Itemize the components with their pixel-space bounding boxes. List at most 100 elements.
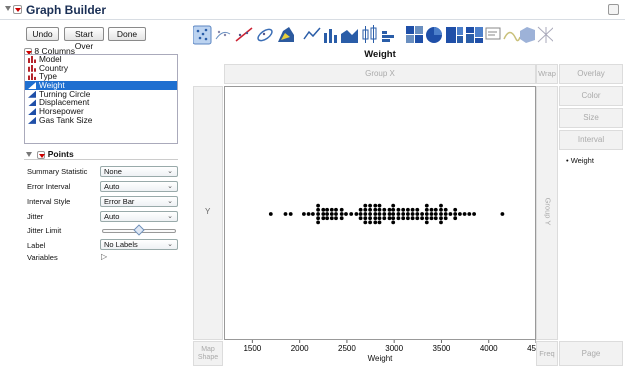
- data-point[interactable]: [387, 216, 392, 221]
- data-point[interactable]: [358, 212, 363, 216]
- data-point[interactable]: [500, 212, 505, 216]
- data-point[interactable]: [458, 212, 462, 216]
- data-point[interactable]: [401, 212, 406, 216]
- data-point[interactable]: [406, 207, 410, 212]
- group-y-zone[interactable]: Group Y: [536, 86, 558, 340]
- points-element-icon[interactable]: [193, 25, 212, 45]
- data-point[interactable]: [363, 203, 368, 208]
- data-point[interactable]: [406, 212, 410, 216]
- data-point[interactable]: [373, 216, 378, 221]
- data-point[interactable]: [387, 207, 392, 212]
- slider-thumb[interactable]: [133, 224, 145, 236]
- data-point[interactable]: [302, 212, 306, 216]
- overlay-zone[interactable]: Overlay: [559, 64, 623, 84]
- data-point[interactable]: [339, 216, 344, 221]
- data-point[interactable]: [424, 212, 429, 216]
- data-point[interactable]: [439, 220, 443, 225]
- data-point[interactable]: [377, 212, 382, 216]
- data-point[interactable]: [283, 212, 288, 216]
- data-point[interactable]: [363, 220, 368, 225]
- data-point[interactable]: [387, 212, 392, 216]
- data-point[interactable]: [377, 220, 382, 225]
- data-point[interactable]: [439, 207, 443, 212]
- data-point[interactable]: [339, 212, 344, 216]
- data-point[interactable]: [429, 207, 434, 212]
- bar-element-icon[interactable]: [324, 29, 337, 43]
- data-point[interactable]: [424, 203, 429, 208]
- data-point[interactable]: [316, 220, 320, 225]
- area-element-icon[interactable]: [341, 29, 358, 43]
- data-point[interactable]: [410, 207, 415, 212]
- page-zone[interactable]: Page: [559, 341, 623, 366]
- data-point[interactable]: [429, 216, 434, 221]
- summary-statistic-select[interactable]: None ⌄: [100, 166, 178, 177]
- data-point[interactable]: [363, 212, 368, 216]
- interval-zone[interactable]: Interval: [559, 130, 623, 150]
- data-point[interactable]: [391, 203, 396, 208]
- data-point[interactable]: [396, 207, 401, 212]
- label-select[interactable]: No Labels ⌄: [100, 239, 178, 250]
- column-item-gas-tank-size[interactable]: Gas Tank Size: [25, 115, 177, 125]
- window-options-icon[interactable]: [608, 4, 619, 15]
- done-button[interactable]: Done: [108, 27, 146, 41]
- map-shape-zone[interactable]: Map Shape: [193, 341, 223, 366]
- data-point[interactable]: [391, 216, 396, 221]
- data-point[interactable]: [373, 212, 378, 216]
- data-point[interactable]: [443, 212, 448, 216]
- line-of-fit-icon[interactable]: [235, 27, 253, 42]
- data-point[interactable]: [334, 207, 338, 212]
- caption-box-icon[interactable]: [485, 27, 501, 40]
- ellipse-element-icon[interactable]: [256, 27, 274, 43]
- data-point[interactable]: [306, 212, 311, 216]
- data-point[interactable]: [334, 216, 338, 221]
- data-point[interactable]: [382, 212, 387, 216]
- size-zone[interactable]: Size: [559, 108, 623, 128]
- data-point[interactable]: [354, 212, 359, 216]
- data-point[interactable]: [358, 207, 363, 212]
- data-point[interactable]: [288, 212, 293, 216]
- histogram-element-icon[interactable]: [382, 31, 394, 42]
- freq-zone[interactable]: Freq: [536, 341, 558, 366]
- data-point[interactable]: [368, 203, 372, 208]
- density-element-icon[interactable]: [278, 27, 294, 42]
- data-point[interactable]: [363, 207, 368, 212]
- y-zone[interactable]: Y: [193, 86, 223, 340]
- data-point[interactable]: [368, 220, 372, 225]
- jitter-limit-slider[interactable]: [102, 224, 176, 236]
- data-point[interactable]: [268, 212, 273, 216]
- data-point[interactable]: [420, 212, 424, 216]
- group-x-zone[interactable]: Group X: [224, 64, 536, 84]
- data-point[interactable]: [401, 207, 406, 212]
- data-point[interactable]: [453, 216, 458, 221]
- data-point[interactable]: [443, 207, 448, 212]
- treemap-element-icon[interactable]: [446, 27, 463, 43]
- data-point[interactable]: [321, 216, 326, 221]
- data-point[interactable]: [424, 207, 429, 212]
- parallel-plot-icon[interactable]: [537, 26, 553, 43]
- data-point[interactable]: [329, 207, 334, 212]
- data-point[interactable]: [467, 212, 472, 216]
- data-point[interactable]: [321, 207, 326, 212]
- data-point[interactable]: [349, 212, 354, 216]
- data-point[interactable]: [377, 216, 382, 221]
- data-point[interactable]: [433, 216, 438, 221]
- error-interval-select[interactable]: Auto ⌄: [100, 181, 178, 192]
- data-point[interactable]: [433, 207, 438, 212]
- data-point[interactable]: [429, 212, 434, 216]
- data-point[interactable]: [406, 216, 410, 221]
- data-point[interactable]: [311, 212, 315, 216]
- points-panel-header[interactable]: Points: [24, 149, 178, 160]
- data-point[interactable]: [439, 212, 443, 216]
- data-point[interactable]: [358, 216, 363, 221]
- color-zone[interactable]: Color: [559, 86, 623, 106]
- jitter-select[interactable]: Auto ⌄: [100, 211, 178, 222]
- data-point[interactable]: [344, 212, 348, 216]
- data-point[interactable]: [415, 212, 420, 216]
- data-point[interactable]: [382, 216, 387, 221]
- data-point[interactable]: [415, 216, 420, 221]
- data-point[interactable]: [334, 212, 338, 216]
- red-triangle-menu-icon[interactable]: [13, 5, 22, 15]
- data-point[interactable]: [410, 216, 415, 221]
- data-point[interactable]: [377, 203, 382, 208]
- data-point[interactable]: [391, 207, 396, 212]
